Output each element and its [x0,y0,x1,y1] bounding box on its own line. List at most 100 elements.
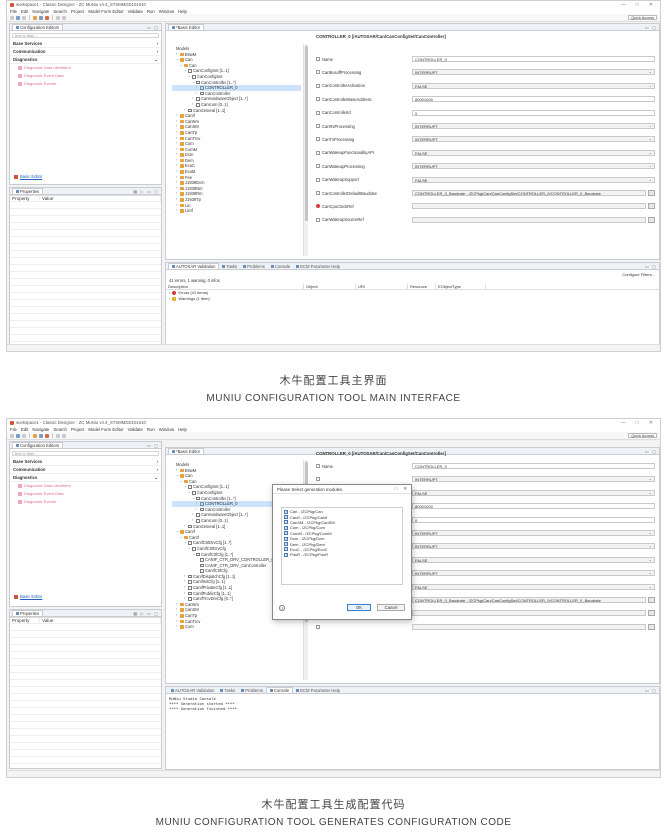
menu-item-search[interactable]: Search [53,9,67,14]
dropdown-field[interactable]: INTERRUPT [412,136,655,143]
dropdown-field[interactable]: INTERRUPT [412,543,655,550]
menu-item-model-form-editor[interactable]: Model Form Editor [88,9,123,14]
menu-item-run[interactable]: Run [147,9,155,14]
tab-autosar-validation[interactable]: AUTOSAR Validation [168,688,217,693]
tab-problems[interactable]: Problems [240,264,268,269]
maximize-icon[interactable]: □ [395,486,398,492]
category-base-services[interactable]: Base Services › [10,458,161,466]
text-field[interactable]: 80001000 [412,503,655,510]
back-icon[interactable] [56,15,60,20]
tree-scrollbar[interactable] [303,44,308,256]
new-icon[interactable] [10,433,14,438]
text-field[interactable]: CONTROLLER_0_Baudrate - /ZCPkg/Can/CanCo… [412,597,646,603]
minimize-button[interactable]: — [621,420,626,426]
dropdown-field[interactable]: FALSE [412,556,655,563]
tab-tasks[interactable]: Tasks [219,264,240,269]
text-field[interactable]: CONTROLLER_0 [412,56,655,62]
checkbox-checked-icon[interactable] [284,552,288,557]
basic-editor-link[interactable]: Basic Editor [14,174,42,179]
chevron-down-icon[interactable]: ⌄ [192,496,195,502]
browse-button[interactable] [648,203,655,210]
category-communication[interactable]: Communication › [10,466,161,474]
checkbox-checked-icon[interactable] [284,546,288,552]
close-button[interactable]: ✕ [649,420,653,426]
menu-item-navigate[interactable]: Navigate [32,9,49,14]
checkbox-checked-icon[interactable] [284,530,288,536]
run-icon[interactable] [45,433,49,438]
menu-item-project[interactable]: Project [71,9,84,14]
tab-autosar-validation[interactable]: AUTOSAR Validation [168,263,220,269]
dropdown-field[interactable]: INTERRUPT [412,530,655,536]
close-icon[interactable]: ✕ [403,486,407,492]
view-controls[interactable]: ▭ ▢ [645,688,657,693]
chevron-right-icon[interactable]: › [176,624,179,630]
diag-item-data-identifiers[interactable]: Diagnostic Data Identifiers [10,482,161,490]
tab-console[interactable]: Console [265,687,294,693]
browse-button[interactable] [648,610,655,617]
category-diagnostics[interactable]: Diagnostics ⌄ [10,56,161,64]
scrollbar-thumb[interactable] [305,46,308,221]
chevron-down-icon[interactable]: ⌄ [192,552,195,558]
view-controls[interactable]: ▭ ▢ [645,25,657,30]
menu-item-edit[interactable]: Edit [21,9,28,14]
chevron-down-icon[interactable]: ⌄ [192,80,195,86]
chevron-down-icon[interactable]: ⌄ [184,68,187,74]
menu-item-validate[interactable]: Validate [128,427,143,432]
save-icon[interactable] [16,15,20,20]
browse-button[interactable] [648,623,655,630]
diag-item-event-data[interactable]: Diagnostic Event Data [10,72,161,80]
diag-item-events[interactable]: Diagnostic Events [10,80,161,88]
print-icon[interactable] [22,15,26,20]
generate-icon[interactable] [39,15,43,20]
chevron-down-icon[interactable]: ⌄ [180,479,183,485]
chevron-right-icon[interactable]: › [176,208,179,214]
checkbox-checked-icon[interactable] [284,536,288,541]
tab-configuration-editors[interactable]: Configuration Editors [12,24,64,30]
forward-icon[interactable] [62,15,66,20]
view-controls[interactable]: ▭ ▢ [645,264,657,269]
maximize-button[interactable]: □ [636,420,639,426]
category-diagnostics[interactable]: Diagnostics ⌄ [10,474,161,482]
checkbox-checked-icon[interactable] [284,519,288,525]
chevron-right-icon[interactable]: › [196,507,199,513]
filter-input[interactable]: text to filter... [12,451,159,456]
menu-item-edit[interactable]: Edit [21,427,28,432]
tab-basic-editor[interactable]: *Basic Editor [168,448,204,454]
dropdown-field[interactable]: INTERRUPT [412,570,655,577]
chevron-down-icon[interactable]: ⌄ [176,529,179,535]
chevron-down-icon[interactable]: ⌄ [180,63,183,69]
dropdown-field[interactable]: INTERRUPT [412,476,655,483]
text-field[interactable]: 0 [412,109,655,116]
tab-ecm-parameter-help[interactable]: ECM Parameter Help [293,264,343,269]
text-field[interactable]: CONTROLLER_0 [412,463,655,469]
validate-icon[interactable] [33,433,37,438]
chevron-down-icon[interactable]: ⌄ [176,57,179,63]
basic-editor-link[interactable]: Basic Editor [14,594,42,599]
module-checkbox-row[interactable]: PduR - /ZCPkg/PduR [284,552,400,557]
chevron-down-icon[interactable]: ⌄ [188,74,191,80]
tab-console[interactable]: Console [268,264,293,269]
validation-warnings-row[interactable]: › Warnings (1 item) [166,296,659,302]
tree-node[interactable]: › Com [172,624,301,630]
help-icon[interactable]: ? [279,605,285,611]
back-icon[interactable] [56,433,60,438]
tab-problems[interactable]: Problems [238,688,266,693]
browse-button[interactable] [648,597,655,603]
text-field[interactable]: 0 [412,516,655,523]
tab-basic-editor[interactable]: *Basic Editor [168,24,204,30]
menu-item-file[interactable]: File [10,9,17,14]
menu-item-help[interactable]: Help [178,9,187,14]
chevron-down-icon[interactable]: ⌄ [188,490,191,496]
tab-properties[interactable]: Properties [12,610,44,616]
diag-item-events[interactable]: Diagnostic Events [10,498,161,506]
diag-item-event-data[interactable]: Diagnostic Event Data [10,490,161,498]
text-field[interactable]: CONTROLLER_0_Baudrate - /ZCPkg/Can/CanCo… [412,190,646,196]
minimize-button[interactable]: — [621,2,626,8]
print-icon[interactable] [22,433,26,438]
dropdown-field[interactable]: INTERRUPT [412,123,655,129]
tab-properties[interactable]: Properties [12,188,44,194]
dropdown-field[interactable]: INTERRUPT [412,163,655,170]
text-field[interactable]: 80001000 [412,96,655,103]
forward-icon[interactable] [62,433,66,438]
text-field[interactable] [412,203,646,210]
